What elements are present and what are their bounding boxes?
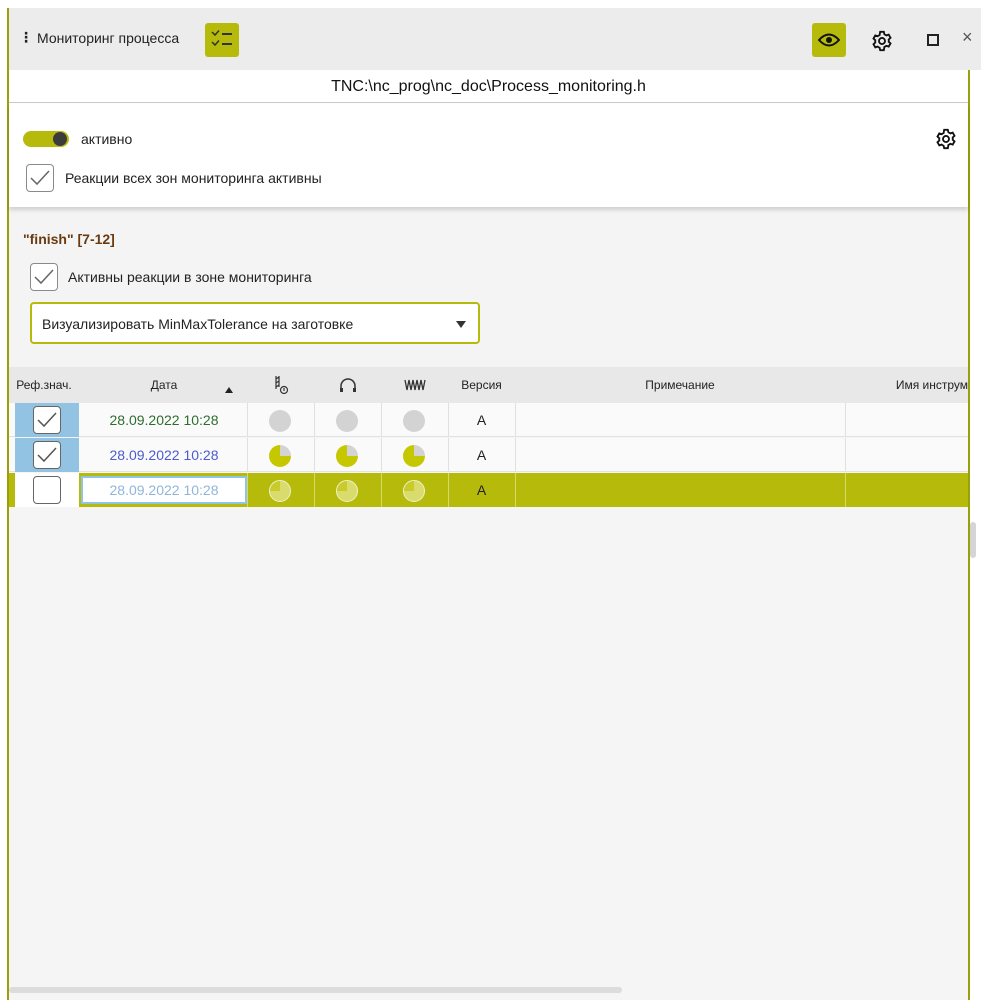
status-pie-icon [403, 445, 425, 467]
process-monitoring-window: ⋮ Мониторинг процесса × TNC:\nc_prog\nc_… [7, 8, 981, 1000]
table-row-selected[interactable]: 28.09.2022 10:28 A [9, 473, 968, 507]
ref-cell [15, 438, 79, 472]
visualization-select[interactable]: Визуализировать MinMaxTolerance на загот… [30, 302, 480, 344]
file-path: TNC:\nc_prog\nc_doc\Process_monitoring.h [9, 70, 968, 103]
vibration-icon [403, 379, 426, 391]
column-ref[interactable]: Реф.знач. [9, 367, 79, 403]
panel-settings-button[interactable] [935, 128, 957, 155]
ref-checkbox[interactable] [33, 476, 61, 504]
tool-breakage-icon [274, 376, 288, 395]
checkmark-icon [30, 170, 50, 186]
note-cell [515, 438, 845, 472]
column-divider [247, 438, 248, 472]
all-zones-label: Реакции всех зон мониторинга активны [65, 170, 322, 186]
status-pie-icon [269, 445, 291, 467]
toggle-label: активно [81, 131, 133, 147]
close-button[interactable]: × [962, 27, 973, 48]
column-spindle[interactable] [314, 367, 381, 403]
status-pie-icon [269, 480, 291, 502]
ref-cell [15, 403, 79, 437]
sort-ascending-icon [225, 387, 233, 393]
settings-button[interactable] [871, 30, 893, 57]
checkmark-icon [37, 447, 57, 463]
column-divider [381, 403, 382, 437]
note-cell [515, 473, 845, 507]
maximize-button[interactable] [927, 34, 939, 46]
headphone-sensor-icon [339, 378, 356, 392]
date-cell-editing[interactable]: 28.09.2022 10:28 [81, 476, 247, 504]
column-tool-breakage[interactable] [247, 367, 314, 403]
column-divider [314, 438, 315, 472]
gear-icon [936, 128, 956, 150]
column-divider [314, 403, 315, 437]
list-view-button[interactable] [205, 23, 239, 57]
version-cell: A [476, 412, 487, 428]
version-cell: A [476, 482, 487, 498]
content-frame: TNC:\nc_prog\nc_doc\Process_monitoring.h… [9, 70, 970, 1000]
table-row[interactable]: 28.09.2022 10:28 A [9, 438, 968, 472]
zone-reactions-checkbox[interactable] [30, 263, 58, 291]
column-tool-name[interactable]: Имя инструм [845, 367, 968, 403]
ref-checkbox[interactable] [33, 441, 61, 469]
date-cell: 28.09.2022 10:28 [109, 412, 219, 428]
monitoring-status-panel: активно Реакции всех зон мониторинга акт… [9, 104, 968, 207]
visibility-button[interactable] [812, 23, 846, 57]
all-zones-checkbox[interactable] [26, 164, 54, 192]
status-pie-icon [403, 410, 425, 432]
column-version[interactable]: Версия [448, 367, 515, 403]
checkmark-icon [34, 269, 54, 285]
checklist-icon [211, 30, 232, 47]
window-title: Мониторинг процесса [37, 29, 180, 46]
status-pie-icon [336, 480, 358, 502]
tool-cell [845, 438, 968, 472]
horizontal-scrollbar[interactable] [9, 987, 622, 993]
zone-title: "finish" [7-12] [23, 231, 115, 247]
eye-icon [818, 33, 840, 47]
column-divider [381, 473, 382, 507]
toggle-knob [53, 132, 67, 146]
visualization-select-value: Визуализировать MinMaxTolerance на загот… [42, 316, 354, 332]
status-pie-icon [336, 410, 358, 432]
table-row[interactable]: 28.09.2022 10:28 A [9, 403, 968, 437]
results-table: Реф.знач. Дата Версия Примечание Имя инс… [9, 367, 968, 1000]
tool-cell [845, 473, 968, 507]
ref-cell [15, 473, 79, 507]
window-title-group[interactable]: ⋮ Мониторинг процесса [19, 29, 179, 46]
checkmark-icon [37, 412, 57, 428]
status-pie-icon [336, 445, 358, 467]
column-divider [247, 403, 248, 437]
dropdown-arrow-icon [456, 321, 466, 328]
table-header: Реф.знач. Дата Версия Примечание Имя инс… [9, 367, 968, 403]
column-vibration[interactable] [381, 367, 448, 403]
zone-reactions-label: Активны реакции в зоне мониторинга [68, 269, 312, 285]
status-pie-icon [403, 480, 425, 502]
gear-icon [872, 30, 892, 52]
status-pie-icon [269, 410, 291, 432]
title-bar: ⋮ Мониторинг процесса × [9, 8, 981, 70]
column-divider [247, 473, 248, 507]
side-resize-handle[interactable] [970, 522, 976, 558]
date-cell: 28.09.2022 10:28 [109, 447, 219, 463]
column-date-label: Дата [150, 378, 178, 392]
drag-handle-icon[interactable]: ⋮ [19, 29, 33, 46]
column-note[interactable]: Примечание [515, 367, 845, 403]
zone-section: "finish" [7-12] Активны реакции в зоне м… [9, 207, 968, 367]
note-cell [515, 403, 845, 437]
ref-checkbox[interactable] [33, 406, 61, 434]
tool-cell [845, 403, 968, 437]
monitoring-active-toggle[interactable] [23, 131, 69, 147]
column-date[interactable]: Дата [81, 367, 247, 403]
column-divider [381, 438, 382, 472]
version-cell: A [476, 447, 487, 463]
column-divider [314, 473, 315, 507]
